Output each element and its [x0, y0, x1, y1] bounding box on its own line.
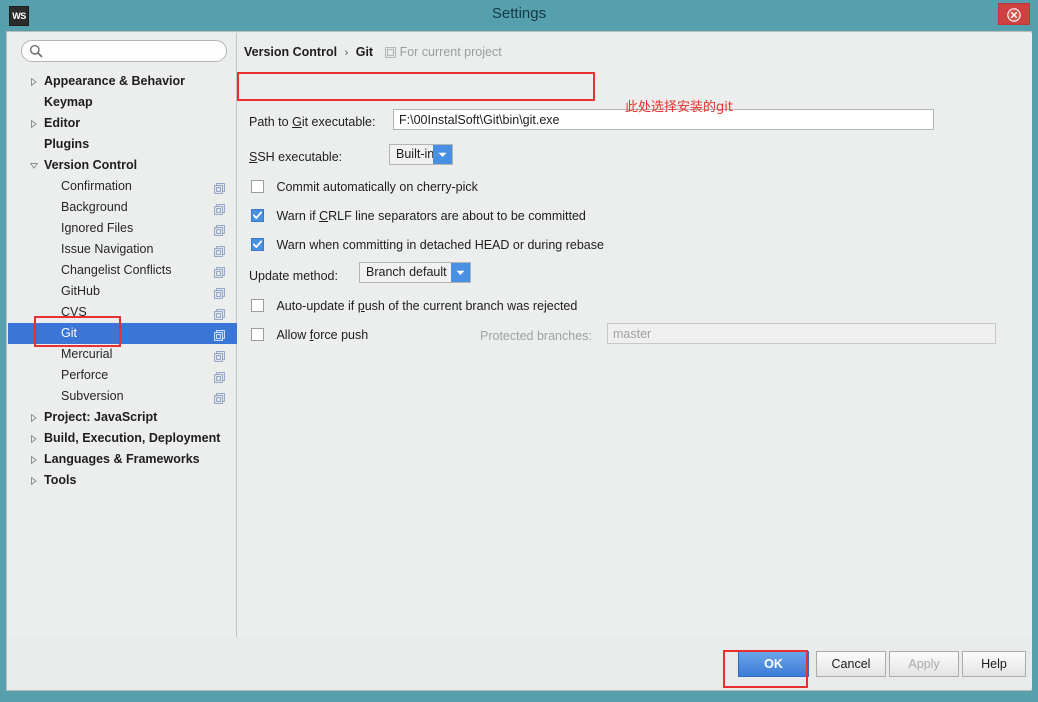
sidebar-item-version-control[interactable]: Version Control: [8, 155, 237, 176]
title-bar: WS Settings: [0, 0, 1038, 31]
chevron-right-icon[interactable]: [30, 449, 42, 470]
sidebar-item-label: Editor: [44, 116, 81, 130]
sidebar-item-build-execution-deployment[interactable]: Build, Execution, Deployment: [8, 428, 237, 449]
sidebar-item-label: Git: [61, 326, 77, 340]
sidebar-item-label: Tools: [44, 473, 77, 487]
checkmark-icon: [253, 211, 262, 219]
sidebar-item-perforce[interactable]: Perforce: [8, 365, 237, 386]
sidebar-item-appearance-behavior[interactable]: Appearance & Behavior: [8, 71, 237, 92]
chevron-down-icon[interactable]: [451, 263, 470, 282]
search-input[interactable]: [21, 40, 227, 62]
apply-button: Apply: [889, 651, 959, 677]
sidebar-item-label: Keymap: [44, 95, 93, 109]
update-method-select[interactable]: Branch default: [359, 262, 471, 283]
sidebar-item-label: GitHub: [61, 284, 100, 298]
chevron-right-icon[interactable]: [30, 470, 42, 491]
breadcrumb-separator: ›: [344, 47, 349, 59]
help-button[interactable]: Help: [962, 651, 1026, 677]
sidebar-item-label: Build, Execution, Deployment: [44, 431, 221, 445]
chevron-right-icon[interactable]: [30, 113, 42, 134]
sidebar-item-changelist-conflicts[interactable]: Changelist Conflicts: [8, 260, 237, 281]
sidebar-item-ignored-files[interactable]: Ignored Files: [8, 218, 237, 239]
sidebar-item-git[interactable]: Git: [8, 323, 237, 344]
sidebar-item-project-javascript[interactable]: Project: JavaScript: [8, 407, 237, 428]
window-title: Settings: [491, 5, 547, 22]
chevron-right-icon[interactable]: [30, 428, 42, 449]
chevron-right-icon[interactable]: [30, 407, 42, 428]
chevron-right-icon[interactable]: [30, 71, 42, 92]
sidebar-item-tools[interactable]: Tools: [8, 470, 237, 491]
dialog-body: Appearance & Behavior Keymap Editor Plugins…: [6, 31, 1032, 691]
breadcrumb-current: Git: [355, 45, 374, 59]
close-button[interactable]: [998, 3, 1030, 25]
project-scope-text: For current project: [399, 45, 502, 59]
sidebar-item-label: Version Control: [44, 158, 138, 172]
sidebar-item-issue-navigation[interactable]: Issue Navigation: [8, 239, 237, 260]
sidebar-item-label: Ignored Files: [61, 221, 134, 235]
dialog-footer: OK Cancel Apply Help: [8, 637, 1032, 689]
sidebar-item-cvs[interactable]: CVS: [8, 302, 237, 323]
update-method-value: Branch default: [366, 265, 447, 279]
checkbox-warn-crlf-box[interactable]: [251, 209, 264, 222]
settings-tree[interactable]: Appearance & Behavior Keymap Editor Plugins…: [8, 71, 237, 491]
search-box[interactable]: [21, 40, 227, 62]
checkbox-warn-detached-head-box[interactable]: [251, 238, 264, 251]
chevron-down-icon[interactable]: [30, 155, 42, 176]
settings-dialog-window: WS Settings Appearance & Behavior Keymap…: [0, 0, 1038, 702]
breadcrumb: Version Control › Git For current projec…: [244, 45, 502, 61]
project-scope-icon: [384, 47, 396, 61]
checkbox-allow-force-push-box[interactable]: [251, 328, 264, 341]
sidebar-item-label: CVS: [61, 305, 87, 319]
sidebar-item-editor[interactable]: Editor: [8, 113, 237, 134]
checkbox-auto-update-box[interactable]: [251, 299, 264, 312]
update-method-label: Update method:: [249, 269, 338, 283]
checkbox-auto-update-label: Auto-update if push of the current branc…: [276, 299, 578, 313]
checkmark-icon: [253, 240, 262, 248]
sidebar-item-subversion[interactable]: Subversion: [8, 386, 237, 407]
sidebar-item-github[interactable]: GitHub: [8, 281, 237, 302]
cancel-button[interactable]: Cancel: [816, 651, 886, 677]
sidebar-item-label: Appearance & Behavior: [44, 74, 186, 88]
settings-sidebar: Appearance & Behavior Keymap Editor Plugins…: [8, 33, 237, 639]
annotation-chinese-note: 此处选择安装的git: [625, 100, 733, 115]
checkbox-warn-crlf[interactable]: Warn if CRLF line separators are about t…: [251, 207, 586, 225]
ssh-executable-value: Built-in: [396, 147, 435, 161]
ssh-executable-label: SSH executable:: [249, 150, 343, 164]
sidebar-item-label: Mercurial: [61, 347, 113, 361]
sidebar-item-keymap[interactable]: Keymap: [8, 92, 237, 113]
git-path-label: Path to Git executable:: [249, 115, 376, 129]
checkbox-warn-detached-head-label: Warn when committing in detached HEAD or…: [276, 238, 604, 252]
sidebar-item-label: Confirmation: [61, 179, 132, 193]
checkbox-commit-cherry-pick-box[interactable]: [251, 180, 264, 193]
sidebar-item-background[interactable]: Background: [8, 197, 237, 218]
ok-button[interactable]: OK: [738, 651, 809, 677]
checkbox-warn-crlf-label: Warn if CRLF line separators are about t…: [276, 209, 586, 223]
sidebar-item-label: Issue Navigation: [61, 242, 154, 256]
sidebar-item-label: Languages & Frameworks: [44, 452, 200, 466]
sidebar-item-confirmation[interactable]: Confirmation: [8, 176, 237, 197]
breadcrumb-parent: Version Control: [244, 45, 338, 59]
protected-branches-label: Protected branches:: [480, 329, 592, 343]
settings-content-panel: Version Control › Git For current projec…: [237, 33, 1032, 639]
checkbox-commit-cherry-pick[interactable]: Commit automatically on cherry-pick: [251, 178, 478, 196]
protected-branches-input[interactable]: [607, 323, 996, 344]
sidebar-item-plugins[interactable]: Plugins: [8, 134, 237, 155]
sidebar-item-label: Background: [61, 200, 128, 214]
sidebar-item-label: Changelist Conflicts: [61, 263, 172, 277]
chevron-down-icon[interactable]: [433, 145, 452, 164]
sidebar-item-label: Project: JavaScript: [44, 410, 158, 424]
sidebar-item-label: Subversion: [61, 389, 124, 403]
sidebar-item-languages-frameworks[interactable]: Languages & Frameworks: [8, 449, 237, 470]
sidebar-item-mercurial[interactable]: Mercurial: [8, 344, 237, 365]
checkbox-warn-detached-head[interactable]: Warn when committing in detached HEAD or…: [251, 236, 604, 254]
project-scope-label: For current project: [384, 45, 502, 61]
checkbox-auto-update[interactable]: Auto-update if push of the current branc…: [251, 297, 577, 315]
sidebar-item-label: Perforce: [61, 368, 109, 382]
close-icon: [1007, 8, 1021, 22]
checkbox-allow-force-push[interactable]: Allow force push: [251, 326, 368, 344]
sidebar-item-label: Plugins: [44, 137, 90, 151]
checkbox-commit-cherry-pick-label: Commit automatically on cherry-pick: [276, 180, 478, 194]
ssh-executable-select[interactable]: Built-in: [389, 144, 453, 165]
checkbox-allow-force-push-label: Allow force push: [276, 328, 369, 342]
